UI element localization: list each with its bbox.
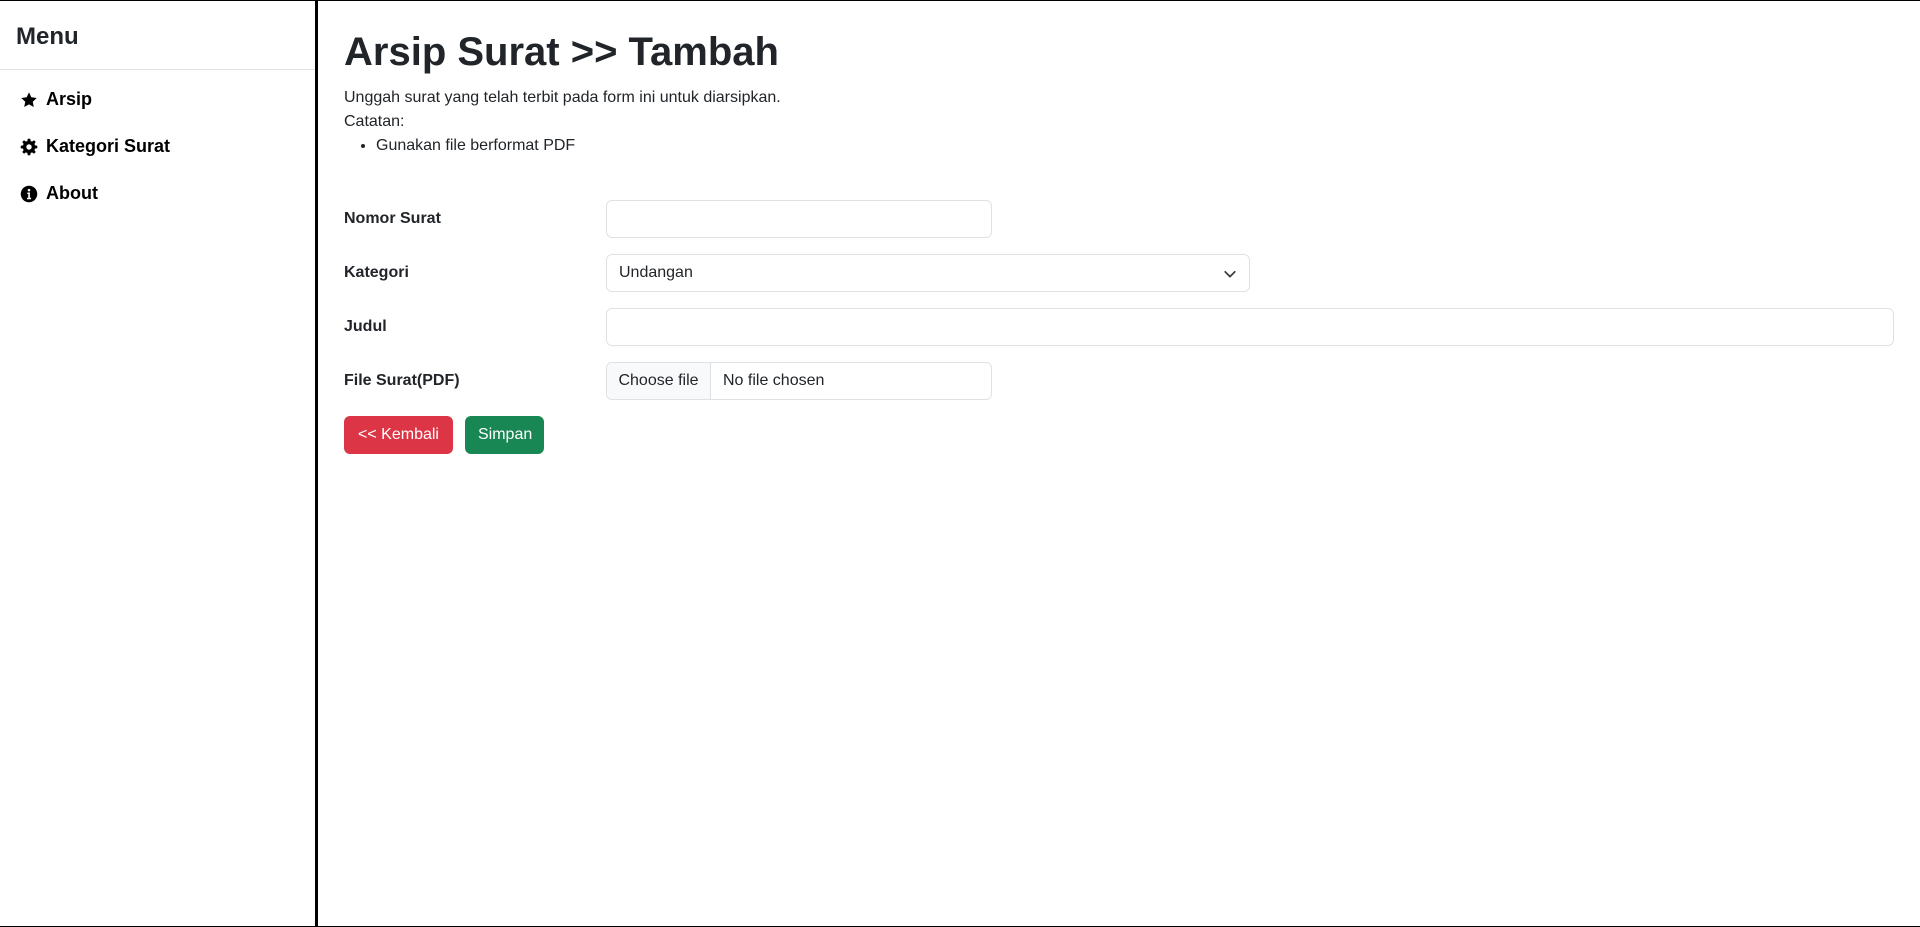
sidebar: Menu Arsip Kategori Surat About bbox=[0, 1, 318, 927]
nomor-surat-input[interactable] bbox=[606, 200, 992, 238]
page-title: Arsip Surat >> Tambah bbox=[344, 30, 779, 74]
sidebar-item-arsip[interactable]: Arsip bbox=[0, 76, 315, 123]
kategori-select[interactable]: Undangan bbox=[606, 254, 1250, 292]
back-button[interactable]: << Kembali bbox=[344, 416, 453, 454]
sidebar-item-about[interactable]: About bbox=[0, 170, 315, 217]
nomor-surat-label: Nomor Surat bbox=[344, 210, 441, 227]
save-button[interactable]: Simpan bbox=[465, 416, 544, 454]
form-actions: << Kembali Simpan bbox=[344, 416, 1920, 454]
file-surat-label: File Surat(PDF) bbox=[344, 372, 460, 389]
main-content: Arsip Surat >> Tambah Unggah surat yang … bbox=[344, 1, 1920, 927]
form-row-file: File Surat(PDF) Choose file No file chos… bbox=[344, 362, 1920, 400]
info-icon bbox=[19, 184, 39, 204]
file-status-text: No file chosen bbox=[723, 372, 825, 389]
gear-icon bbox=[19, 137, 39, 157]
choose-file-button[interactable]: Choose file bbox=[607, 363, 711, 399]
sidebar-title: Menu bbox=[0, 1, 315, 70]
app-window: Menu Arsip Kategori Surat About Arsip Su… bbox=[0, 0, 1920, 927]
sidebar-nav: Arsip Kategori Surat About bbox=[0, 70, 315, 217]
sidebar-item-label: Arsip bbox=[46, 89, 93, 109]
judul-label: Judul bbox=[344, 318, 387, 335]
kategori-selected-value: Undangan bbox=[619, 264, 693, 281]
sidebar-item-kategori-surat[interactable]: Kategori Surat bbox=[0, 123, 315, 170]
judul-input[interactable] bbox=[606, 308, 1894, 346]
page-description: Unggah surat yang telah terbit pada form… bbox=[344, 89, 781, 106]
kategori-label: Kategori bbox=[344, 264, 409, 281]
arsip-form: Nomor Surat Kategori Undangan Judul File… bbox=[344, 200, 1920, 454]
list-item: Gunakan file berformat PDF bbox=[376, 134, 1920, 158]
sidebar-item-label: Kategori Surat bbox=[46, 136, 171, 156]
chevron-down-icon bbox=[1223, 267, 1237, 281]
file-input[interactable]: Choose file No file chosen bbox=[606, 362, 992, 400]
form-row-judul: Judul bbox=[344, 308, 1920, 346]
notes-list: Gunakan file berformat PDF bbox=[376, 134, 1920, 158]
form-row-kategori: Kategori Undangan bbox=[344, 254, 1920, 292]
sidebar-item-label: About bbox=[46, 183, 98, 203]
form-row-nomor-surat: Nomor Surat bbox=[344, 200, 1920, 238]
star-icon bbox=[19, 90, 39, 110]
notes-label: Catatan: bbox=[344, 113, 405, 130]
